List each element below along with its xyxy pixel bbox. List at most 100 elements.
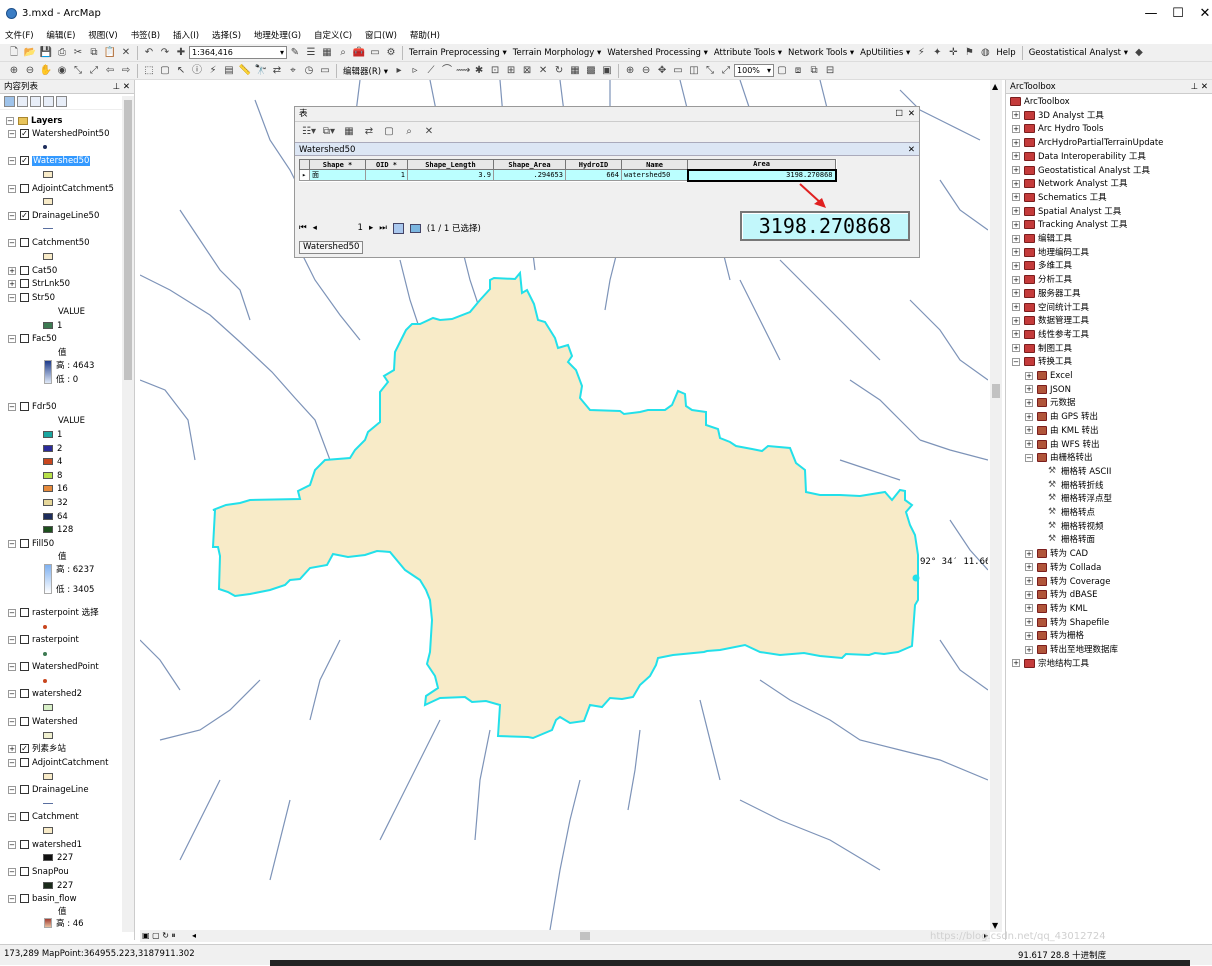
layer-visibility-checkbox[interactable] (20, 717, 29, 726)
map-vscroll-thumb[interactable] (992, 384, 1000, 398)
collapse-icon[interactable]: − (8, 184, 16, 193)
layer-17[interactable]: − AdjointCatchment (8, 757, 108, 769)
layer-visibility-checkbox[interactable] (20, 840, 29, 849)
toolset-more-0[interactable]: + 转为 CAD (1025, 548, 1088, 561)
expand-icon[interactable]: + (1012, 207, 1020, 216)
layer-visibility-checkbox[interactable] (20, 867, 29, 876)
collapse-icon[interactable]: − (8, 689, 16, 698)
layer-18[interactable]: − DrainageLine (8, 784, 89, 796)
layer-19[interactable]: − Catchment (8, 811, 79, 823)
expand-icon[interactable]: + (1012, 234, 1020, 243)
minimize-button[interactable]: — (1138, 5, 1164, 23)
python-icon[interactable]: ▭ (368, 46, 382, 60)
toolset-more-6[interactable]: + 转为栅格 (1025, 630, 1084, 643)
collapse-icon[interactable]: − (8, 211, 16, 220)
watershed50-polygon[interactable] (211, 270, 919, 740)
cut-polygons-icon[interactable]: ⊠ (520, 64, 534, 78)
toolbox-item-7[interactable]: + Spatial Analyst 工具 (1012, 206, 1121, 219)
layer-visibility-checkbox[interactable]: ✓ (20, 129, 29, 138)
layer-visibility-checkbox[interactable] (20, 184, 29, 193)
layer-3[interactable]: − ✓ DrainageLine50 (8, 210, 99, 222)
layer-name[interactable]: WatershedPoint50 (32, 129, 110, 139)
edit-vertices-icon[interactable]: ⊡ (488, 64, 502, 78)
zoom-to-selected-icon[interactable]: ⌕ (402, 125, 416, 139)
expand-icon[interactable]: + (1012, 124, 1020, 133)
expand-icon[interactable]: + (1012, 303, 1020, 311)
terrain-morphology-menu[interactable]: Terrain Morphology ▾ (510, 48, 604, 58)
clear-selection-icon[interactable]: ▢ (158, 64, 172, 78)
zoom-100-icon[interactable]: ◫ (687, 64, 701, 78)
collapse-icon[interactable]: − (8, 812, 16, 821)
toolbox-item-16[interactable]: + 线性参考工具 (1012, 329, 1089, 342)
table-of-contents-icon[interactable]: ☰ (304, 46, 318, 60)
clear-table-selection-icon[interactable]: ▢ (382, 125, 396, 139)
model-builder-icon[interactable]: ⚙ (384, 46, 398, 60)
fixed-zoom-out-icon[interactable]: ⤢ (87, 64, 101, 78)
expand-icon[interactable]: + (1025, 563, 1033, 572)
data-view-icon[interactable]: ▣ ▢ ↻ ⏸ (142, 931, 175, 941)
expand-icon[interactable]: + (8, 744, 16, 753)
layer-visibility-checkbox[interactable] (20, 689, 29, 698)
tool-raster-5[interactable]: ⚒ 栅格转面 (1048, 534, 1095, 547)
menu-windows[interactable]: 窗口(W) (360, 28, 402, 44)
layer-name[interactable]: basin_flow (32, 894, 77, 904)
expand-icon[interactable]: + (8, 266, 16, 275)
tool-raster-2[interactable]: ⚒ 栅格转浮点型 (1048, 493, 1112, 506)
collapse-icon[interactable]: − (1012, 357, 1020, 366)
aputilities-menu[interactable]: ApUtilities ▾ (857, 48, 913, 58)
collapse-icon[interactable]: − (8, 293, 16, 302)
tool-raster-0[interactable]: ⚒ 栅格转 ASCII (1048, 466, 1111, 479)
add-data-icon[interactable]: ✚ (174, 46, 188, 60)
layer-name[interactable]: Catchment50 (32, 238, 90, 248)
zoom-out-icon[interactable]: ⊖ (23, 64, 37, 78)
expand-icon[interactable]: + (1012, 275, 1020, 284)
zoom-in-icon[interactable]: ⊕ (7, 64, 21, 78)
layer-visibility-checkbox[interactable] (20, 539, 29, 548)
toolbox-item-10[interactable]: + 地理编码工具 (1012, 247, 1089, 260)
expand-icon[interactable]: + (1025, 577, 1033, 585)
toc-scroll-thumb[interactable] (124, 100, 132, 380)
layout-fixed-zoom-in-icon[interactable]: ⤡ (703, 64, 717, 78)
toolset-more-7[interactable]: + 转出至地理数据库 (1025, 644, 1118, 657)
sketch-properties-icon[interactable]: ▩ (584, 64, 598, 78)
copy-icon[interactable]: ⧉ (87, 46, 101, 60)
attributes-icon[interactable]: ▦ (568, 64, 582, 78)
table-tab-watershed50[interactable]: Watershed50 (299, 241, 364, 254)
collapse-icon[interactable]: − (8, 894, 16, 903)
related-tables-icon[interactable]: ⧉▾ (322, 125, 336, 139)
undo-icon[interactable]: ↶ (142, 46, 156, 60)
cell-shape[interactable]: 面 (309, 169, 366, 181)
layer-name[interactable]: DrainageLine50 (32, 211, 99, 221)
measure-icon[interactable]: 📏 (238, 64, 252, 78)
collapse-icon[interactable]: − (8, 840, 16, 849)
layer-21[interactable]: − SnapPou (8, 866, 69, 878)
layer-visibility-checkbox[interactable] (20, 812, 29, 821)
fixed-zoom-in-icon[interactable]: ⤡ (71, 64, 85, 78)
maximize-button[interactable]: ☐ (1165, 5, 1191, 23)
col-shape-area[interactable]: Shape_Area (493, 159, 566, 170)
layer-1[interactable]: − ✓ Watershed50 (8, 155, 91, 167)
point-delineation-icon[interactable]: ✦ (930, 46, 944, 60)
toolset-4[interactable]: + 由 KML 转出 (1025, 425, 1099, 438)
layer-15[interactable]: − Watershed (8, 716, 78, 728)
expand-icon[interactable]: + (1012, 138, 1020, 147)
route-icon[interactable]: ⇄ (270, 64, 284, 78)
layer-8[interactable]: − Fac50 (8, 333, 57, 345)
toolbox-item-2[interactable]: + ArcHydroPartialTerrainUpdate (1012, 137, 1163, 150)
toolset-1[interactable]: + JSON (1025, 384, 1071, 397)
layer-name[interactable]: watershed2 (32, 689, 82, 699)
open-icon[interactable]: 📂 (23, 46, 37, 60)
collapse-icon[interactable]: − (8, 758, 16, 767)
toolset-more-2[interactable]: + 转为 Coverage (1025, 576, 1110, 589)
layer-visibility-checkbox[interactable] (20, 894, 29, 903)
table-close-icon[interactable]: ✕ (908, 107, 915, 122)
menu-edit[interactable]: 编辑(E) (41, 28, 80, 44)
col-shape[interactable]: Shape * (309, 159, 366, 170)
edit-tool-icon[interactable]: ▸ (392, 64, 406, 78)
layer-9[interactable]: − Fdr50 (8, 401, 57, 413)
layer-visibility-checkbox[interactable]: ✓ (20, 744, 29, 753)
table-tab-close-icon[interactable]: ✕ (908, 143, 915, 157)
layer-visibility-checkbox[interactable] (20, 402, 29, 411)
expand-icon[interactable]: + (1025, 398, 1033, 407)
scroll-down-icon[interactable]: ▼ (992, 921, 998, 930)
